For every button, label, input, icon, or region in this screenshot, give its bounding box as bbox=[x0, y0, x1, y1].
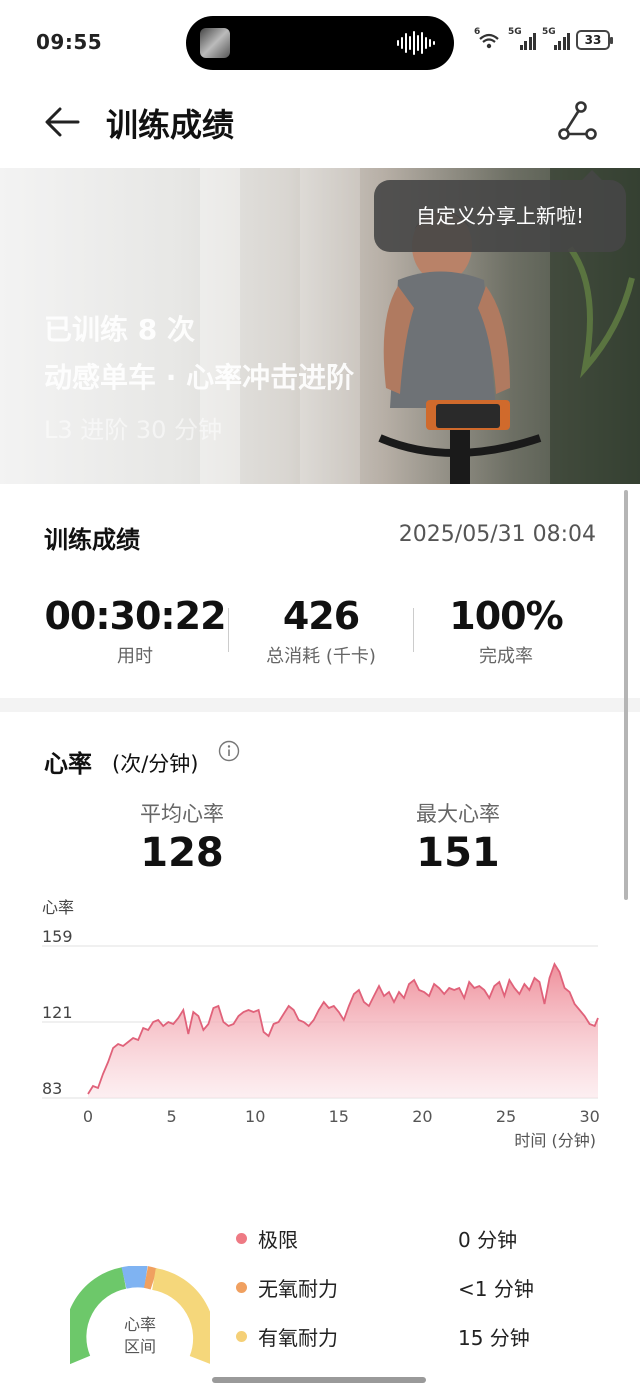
status-time: 09:55 bbox=[36, 30, 103, 54]
zone-color-dot bbox=[236, 1233, 247, 1244]
x-tick-label: 25 bbox=[496, 1107, 516, 1126]
zone-color-dot bbox=[236, 1331, 247, 1342]
heart-rate-zone-donut[interactable]: 心率 区间 bbox=[70, 1266, 210, 1400]
dynamic-island[interactable] bbox=[186, 16, 454, 70]
page-title: 训练成绩 bbox=[106, 106, 235, 144]
stat-calories: 426 总消耗 (千卡) bbox=[226, 594, 416, 668]
zone-duration: <1 分钟 bbox=[458, 1277, 534, 1301]
y-axis-label: 心率 bbox=[42, 898, 74, 917]
heart-rate-chart: 心率 83 121 159 0 5 10 15 20 25 30 时间 (分钟) bbox=[42, 898, 600, 1150]
battery-icon: 33 bbox=[576, 30, 613, 50]
heart-rate-unit: (次/分钟) bbox=[112, 752, 199, 776]
avg-heart-rate-value: 128 bbox=[140, 830, 224, 876]
training-count: 已训练 8 次 bbox=[44, 313, 195, 346]
stat-label: 总消耗 (千卡) bbox=[266, 646, 376, 667]
share-tooltip[interactable]: 自定义分享上新啦! bbox=[374, 170, 626, 252]
x-axis-label: 时间 (分钟) bbox=[514, 1131, 596, 1150]
stat-label: 完成率 bbox=[479, 646, 533, 667]
home-indicator[interactable] bbox=[212, 1377, 426, 1383]
stat-duration: 00:30:22 用时 bbox=[40, 594, 230, 668]
donut-center-label: 心率 bbox=[124, 1315, 156, 1334]
heart-rate-title: 心率 bbox=[44, 750, 92, 778]
zone-name: 无氧耐力 bbox=[258, 1277, 338, 1301]
hero-text: 已训练 8 次 动感单车 · 心率冲击进阶 L3 进阶 30 分钟 bbox=[44, 308, 354, 445]
max-heart-rate-value: 151 bbox=[416, 830, 500, 876]
y-tick-label: 83 bbox=[42, 1079, 62, 1098]
scrollbar[interactable] bbox=[624, 490, 628, 900]
stat-completion: 100% 完成率 bbox=[411, 594, 601, 668]
x-tick-label: 10 bbox=[245, 1107, 265, 1126]
media-thumbnail bbox=[200, 28, 230, 58]
x-tick-label: 0 bbox=[83, 1107, 93, 1126]
zone-duration: 15 分钟 bbox=[458, 1326, 530, 1350]
y-tick-label: 121 bbox=[42, 1003, 73, 1022]
status-bar: 09:55 6 5G 5G 33 bbox=[0, 0, 640, 84]
back-arrow-icon[interactable] bbox=[40, 100, 84, 144]
zone-row-anaerobic: 无氧耐力 <1 分钟 bbox=[236, 1273, 536, 1303]
x-tick-label: 30 bbox=[579, 1107, 599, 1126]
stat-label: 用时 bbox=[117, 646, 153, 667]
x-tick-label: 20 bbox=[412, 1107, 432, 1126]
avg-heart-rate-label: 平均心率 bbox=[140, 802, 224, 826]
share-icon[interactable] bbox=[554, 98, 600, 144]
zone-row-aerobic: 有氧耐力 15 分钟 bbox=[236, 1322, 536, 1352]
status-icons: 6 5G 5G 33 bbox=[474, 27, 613, 50]
zone-duration: 0 分钟 bbox=[458, 1228, 518, 1252]
signal-icon-sim1: 5G bbox=[508, 27, 536, 50]
summary-title: 训练成绩 bbox=[44, 526, 140, 554]
stat-value: 426 bbox=[282, 594, 360, 638]
info-icon[interactable] bbox=[218, 740, 240, 762]
audio-wave-icon bbox=[397, 31, 435, 55]
avg-heart-rate: 平均心率 128 bbox=[62, 798, 302, 876]
max-heart-rate-label: 最大心率 bbox=[416, 802, 500, 826]
zone-name: 有氧耐力 bbox=[258, 1326, 338, 1350]
x-tick-label: 15 bbox=[329, 1107, 349, 1126]
app-header: 训练成绩 bbox=[0, 84, 640, 168]
zone-name: 极限 bbox=[258, 1228, 298, 1252]
workout-datetime: 2025/05/31 08:04 bbox=[398, 522, 596, 547]
max-heart-rate: 最大心率 151 bbox=[338, 798, 578, 876]
heart-rate-area bbox=[88, 964, 598, 1098]
signal-icon-sim2: 5G bbox=[542, 27, 570, 50]
donut-center-label: 区间 bbox=[124, 1337, 156, 1356]
wifi-icon: 6 bbox=[474, 27, 502, 50]
x-tick-label: 5 bbox=[167, 1107, 177, 1126]
course-name: 动感单车 · 心率冲击进阶 bbox=[44, 361, 355, 394]
course-level: L3 进阶 30 分钟 bbox=[44, 416, 223, 444]
zone-color-dot bbox=[236, 1282, 247, 1293]
zone-row-extreme: 极限 0 分钟 bbox=[236, 1224, 536, 1254]
section-separator bbox=[0, 698, 640, 712]
stat-value: 00:30:22 bbox=[44, 594, 226, 638]
y-tick-label: 159 bbox=[42, 927, 73, 946]
stat-value: 100% bbox=[449, 594, 563, 638]
